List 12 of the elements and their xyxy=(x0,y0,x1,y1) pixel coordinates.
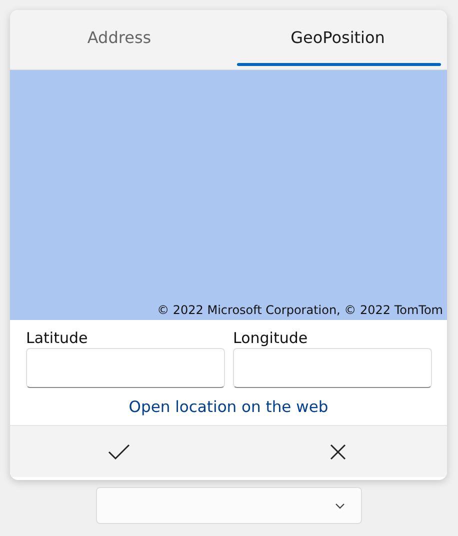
chevron-down-icon xyxy=(335,502,345,508)
input-field[interactable] xyxy=(233,348,432,388)
field-label: Longitude xyxy=(233,329,309,347)
tab[interactable]: Address xyxy=(10,10,228,69)
tab[interactable]: GeoPosition xyxy=(228,10,447,69)
dropdown[interactable] xyxy=(96,487,362,524)
input-field[interactable] xyxy=(26,348,225,388)
web-link[interactable]: Open location on the web xyxy=(128,398,328,416)
field-label: Latitude xyxy=(26,329,89,347)
map-attribution: © 2022 Microsoft Corporation, © 2022 TomTom xyxy=(157,303,444,319)
checkmark-icon xyxy=(108,444,130,460)
close-icon xyxy=(330,444,346,460)
